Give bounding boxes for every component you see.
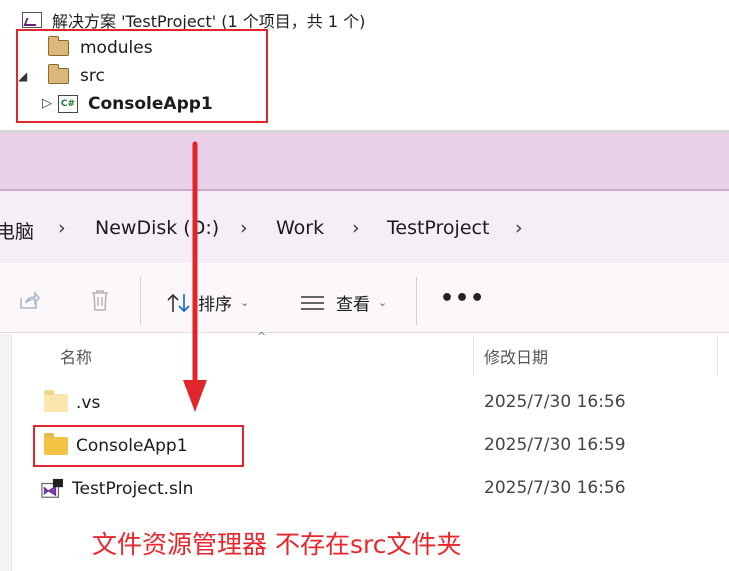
folder-icon [44,390,68,412]
file-row[interactable]: TestProject.sln [40,474,193,504]
annotation-text: 文件资源管理器 不存在src文件夹 [92,530,462,559]
view-lines-icon [301,295,324,310]
chevron-right-icon[interactable]: › [515,217,523,239]
view-label: 查看 [336,295,370,315]
more-options-icon[interactable]: ••• [440,286,485,311]
view-button[interactable]: 查看 ⌄ [300,290,387,315]
file-name: TestProject.sln [72,479,194,499]
chevron-down-icon: ⌄ [240,296,250,309]
explorer-title-bar [0,133,729,189]
column-divider[interactable] [717,336,718,376]
file-modified: 2025/7/30 16:56 [484,392,626,412]
highlight-box-consoleapp1 [33,425,244,467]
breadcrumb-pc[interactable]: 电脑 [0,217,34,244]
navigation-pane-edge [0,334,12,571]
chevron-right-icon[interactable]: › [58,217,66,239]
sort-ascending-caret-icon: ^ [257,330,267,343]
file-modified: 2025/7/30 16:59 [484,435,626,455]
chevron-right-icon[interactable]: › [240,217,248,239]
breadcrumb-work[interactable]: Work [276,217,324,239]
column-divider[interactable] [473,336,474,376]
share-icon[interactable] [18,290,40,310]
file-row[interactable]: .vs [44,388,100,418]
toolbar-separator [416,277,417,325]
solution-explorer: 解决方案 'TestProject' (1 个项目，共 1 个) modules… [0,0,729,130]
trash-icon[interactable] [90,288,110,312]
red-arrow-annotation [183,141,207,412]
chevron-down-icon: ⌄ [378,296,388,309]
file-name: .vs [76,393,101,413]
visual-studio-solution-icon [41,478,63,498]
solution-icon [22,12,42,28]
breadcrumb-testproject[interactable]: TestProject [387,217,489,239]
highlight-box-solution-items [16,29,268,123]
file-modified: 2025/7/30 16:56 [484,478,626,498]
column-header-modified[interactable]: 修改日期 [484,344,548,368]
column-header-name[interactable]: 名称 [60,344,92,368]
chevron-right-icon[interactable]: › [352,217,360,239]
toolbar-separator [140,277,141,325]
